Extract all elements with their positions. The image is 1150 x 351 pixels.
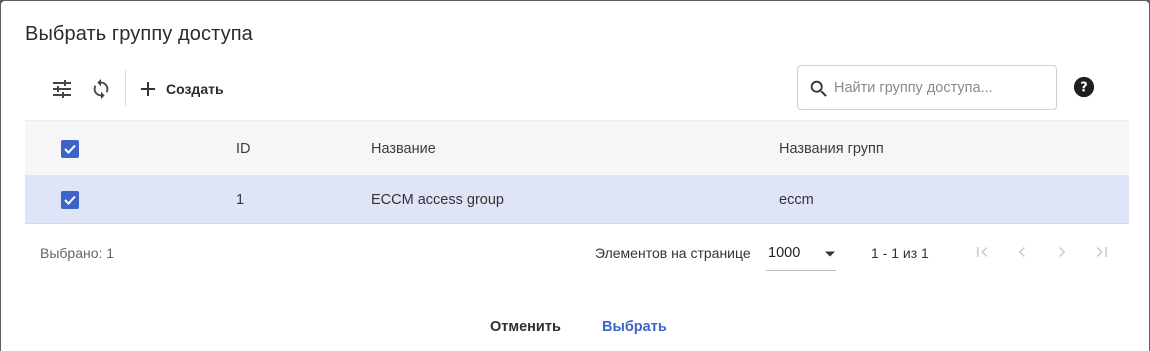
dropdown-arrow-icon	[825, 251, 835, 257]
table-row[interactable]: 1 ECCM access group eccm	[25, 176, 1129, 224]
per-page-label: Элементов на странице	[595, 245, 751, 261]
filter-settings-button[interactable]	[47, 74, 77, 104]
cell-group-names: eccm	[779, 192, 814, 208]
chevron-right-icon	[1059, 247, 1066, 257]
column-header-name[interactable]: Название	[371, 141, 436, 157]
select-button[interactable]: Выбрать	[602, 319, 667, 335]
access-groups-table: ID Название Названия групп 1 ECCM access…	[25, 120, 1129, 224]
cell-name: ECCM access group	[371, 192, 504, 208]
select-all-checkbox[interactable]	[61, 140, 79, 158]
selected-count: Выбрано: 1	[40, 245, 115, 261]
column-header-group-names[interactable]: Названия групп	[779, 141, 884, 157]
column-header-id[interactable]: ID	[236, 141, 251, 157]
check-icon	[64, 195, 76, 205]
table-header: ID Название Названия групп	[25, 120, 1129, 176]
per-page-select[interactable]: 1000	[766, 235, 836, 271]
table-footer: Выбрано: 1 Элементов на странице 1000 1 …	[25, 227, 1129, 277]
refresh-icon	[93, 78, 109, 100]
next-page-button[interactable]	[1048, 238, 1076, 266]
page-range: 1 - 1 из 1	[871, 245, 929, 261]
last-page-button[interactable]	[1088, 238, 1116, 266]
last-page-icon	[1096, 247, 1107, 257]
first-page-button[interactable]	[968, 238, 996, 266]
chevron-left-icon	[1018, 247, 1025, 257]
search-field[interactable]	[797, 65, 1057, 110]
first-page-icon	[977, 247, 988, 257]
tune-icon	[53, 80, 71, 98]
prev-page-button[interactable]	[1008, 238, 1036, 266]
dialog-title: Выбрать группу доступа	[25, 23, 253, 45]
help-button[interactable]: ?	[1073, 76, 1095, 103]
create-button-label: Создать	[166, 81, 224, 97]
row-checkbox[interactable]	[61, 191, 79, 209]
cancel-button[interactable]: Отменить	[490, 319, 561, 335]
per-page-value: 1000	[768, 245, 801, 261]
toolbar-divider	[125, 70, 126, 106]
create-button[interactable]: Создать	[139, 74, 224, 104]
search-input[interactable]	[834, 74, 1044, 102]
svg-text:?: ?	[1080, 81, 1087, 96]
help-icon: ?	[1073, 76, 1095, 98]
check-icon	[64, 144, 76, 154]
access-group-dialog: Выбрать группу доступа Создать Найти гру…	[1, 1, 1149, 351]
plus-icon	[141, 82, 155, 96]
refresh-button[interactable]	[86, 74, 116, 104]
search-icon	[810, 80, 827, 97]
cell-id: 1	[236, 192, 245, 208]
